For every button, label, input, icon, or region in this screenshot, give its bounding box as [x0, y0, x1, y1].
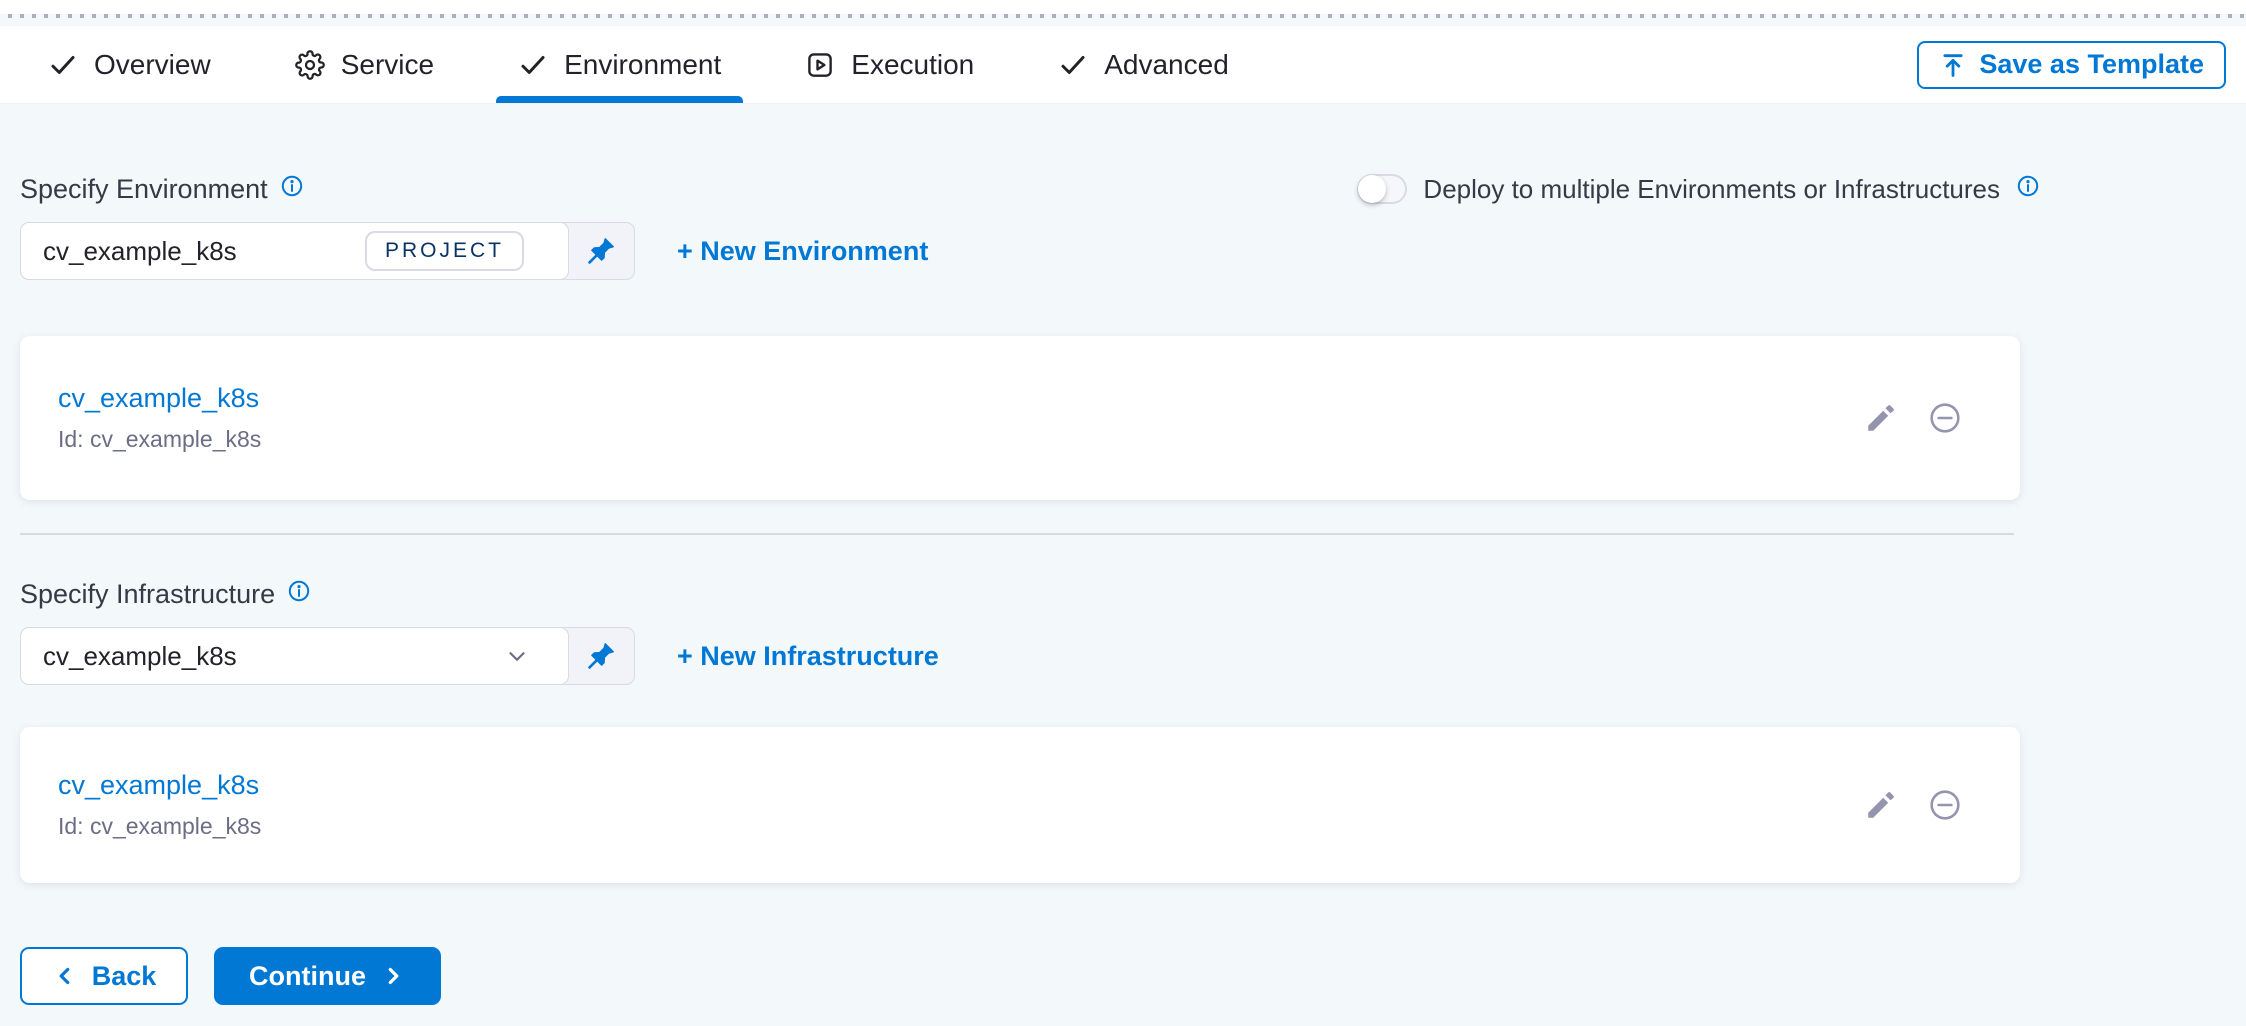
tab-label: Service: [341, 49, 434, 81]
deploy-multiple-label: Deploy to multiple Environments or Infra…: [1423, 174, 2000, 205]
environment-select-row: cv_example_k8s PROJECT + New Environment: [20, 222, 2040, 280]
save-as-template-label: Save as Template: [1979, 49, 2204, 80]
environment-selected-value: cv_example_k8s: [43, 236, 365, 267]
tab-overview[interactable]: Overview: [20, 26, 239, 103]
section-divider: [20, 533, 2014, 535]
infrastructure-card: cv_example_k8s Id: cv_example_k8s: [20, 727, 2020, 883]
infrastructure-id-text: Id: cv_example_k8s: [58, 813, 261, 840]
pencil-icon[interactable]: [1864, 788, 1898, 822]
fixed-input-type-button[interactable]: [568, 628, 634, 684]
strip-gap: [0, 18, 2246, 26]
footer-actions: Back Continue: [20, 947, 2040, 1005]
environment-name-link[interactable]: cv_example_k8s: [58, 383, 261, 414]
back-label: Back: [92, 961, 157, 992]
environment-tab-content: Specify Environment Deploy to multiple E…: [0, 172, 2060, 1005]
scope-badge: PROJECT: [365, 231, 524, 271]
pencil-icon[interactable]: [1864, 401, 1898, 435]
environment-input-group: cv_example_k8s PROJECT: [20, 222, 635, 280]
gear-icon: [295, 50, 325, 80]
environment-id-text: Id: cv_example_k8s: [58, 426, 261, 453]
pin-icon: [585, 235, 617, 267]
specify-infrastructure-label: Specify Infrastructure: [20, 579, 311, 610]
multi-env-toggle-group: Deploy to multiple Environments or Infra…: [1357, 174, 2040, 205]
infrastructure-input-group: cv_example_k8s: [20, 627, 635, 685]
environment-card-info: cv_example_k8s Id: cv_example_k8s: [58, 383, 261, 453]
infrastructure-selected-value: cv_example_k8s: [43, 641, 504, 672]
back-button[interactable]: Back: [20, 947, 188, 1005]
stage-tabs: Overview Service Environment Execution A: [20, 26, 1285, 103]
infrastructure-name-link[interactable]: cv_example_k8s: [58, 770, 261, 801]
infrastructure-card-actions: [1864, 788, 1962, 822]
infrastructure-card-info: cv_example_k8s Id: cv_example_k8s: [58, 770, 261, 840]
specify-infrastructure-text: Specify Infrastructure: [20, 579, 275, 610]
save-as-template-button[interactable]: Save as Template: [1917, 41, 2226, 89]
chevron-left-icon: [52, 963, 78, 989]
tab-advanced[interactable]: Advanced: [1030, 26, 1257, 103]
infrastructure-select-dropdown[interactable]: cv_example_k8s: [20, 627, 569, 685]
tab-label: Environment: [564, 49, 721, 81]
infrastructure-select-row: cv_example_k8s + New Infrastructure: [20, 627, 2040, 685]
infrastructure-section-head: Specify Infrastructure: [20, 577, 2040, 611]
check-icon: [48, 50, 78, 80]
tab-label: Advanced: [1104, 49, 1229, 81]
upload-icon: [1939, 51, 1967, 79]
continue-button[interactable]: Continue: [214, 947, 441, 1005]
check-icon: [1058, 50, 1088, 80]
specify-environment-text: Specify Environment: [20, 174, 268, 205]
new-environment-link[interactable]: + New Environment: [677, 236, 928, 267]
chevron-right-icon: [380, 963, 406, 989]
info-icon[interactable]: [280, 174, 304, 198]
minus-circle-icon[interactable]: [1928, 401, 1962, 435]
tab-environment[interactable]: Environment: [490, 26, 749, 103]
tab-service[interactable]: Service: [267, 26, 462, 103]
collapsed-stage-panel: [0, 0, 2246, 14]
stage-tabbar: Overview Service Environment Execution A: [0, 26, 2246, 104]
environment-select-input[interactable]: cv_example_k8s PROJECT: [20, 222, 569, 280]
tab-label: Execution: [851, 49, 974, 81]
environment-section-head: Specify Environment Deploy to multiple E…: [20, 172, 2040, 206]
continue-label: Continue: [249, 961, 366, 992]
chevron-down-icon: [504, 643, 530, 669]
tab-label: Overview: [94, 49, 211, 81]
environment-card-actions: [1864, 401, 1962, 435]
info-icon[interactable]: [287, 579, 311, 603]
pin-icon: [585, 640, 617, 672]
environment-card: cv_example_k8s Id: cv_example_k8s: [20, 336, 2020, 500]
toggle-knob: [1358, 175, 1386, 203]
fixed-input-type-button[interactable]: [568, 223, 634, 279]
info-icon[interactable]: [2016, 174, 2040, 198]
new-infrastructure-link[interactable]: + New Infrastructure: [677, 641, 939, 672]
check-icon: [518, 50, 548, 80]
execution-icon: [805, 50, 835, 80]
deploy-multiple-toggle[interactable]: [1357, 174, 1407, 204]
tab-execution[interactable]: Execution: [777, 26, 1002, 103]
specify-environment-label: Specify Environment: [20, 174, 304, 205]
minus-circle-icon[interactable]: [1928, 788, 1962, 822]
